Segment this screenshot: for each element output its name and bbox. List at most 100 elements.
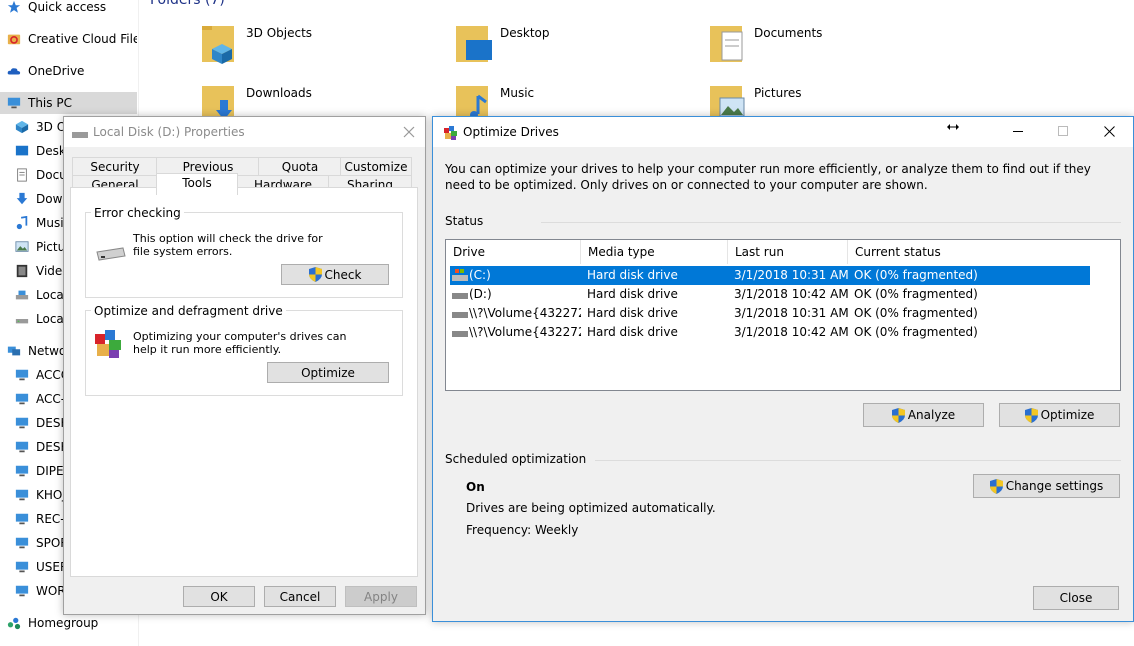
- column-header-drive[interactable]: Drive: [446, 240, 581, 264]
- computer-icon: [7, 97, 21, 109]
- drive-media-type: Hard disk drive: [587, 287, 678, 301]
- nav-item-this-pc[interactable]: This PC: [0, 92, 137, 114]
- optimize-defrag-title: Optimize and defragment drive: [91, 304, 286, 318]
- optimize-drives-window: Optimize Drives You can optimize your dr…: [432, 116, 1134, 622]
- drive-last-run: 3/1/2018 10:42 AM: [734, 287, 849, 301]
- 3d-objects-icon: [15, 120, 29, 134]
- drive-last-run: 3/1/2018 10:42 AM: [734, 325, 849, 339]
- shield-icon: [989, 478, 1003, 494]
- nav-item-creative-cloud[interactable]: Creative Cloud Files: [0, 28, 137, 50]
- network-computer-icon: [15, 465, 29, 477]
- analyze-button[interactable]: Analyze: [863, 403, 984, 427]
- tab-quota[interactable]: Quota: [258, 157, 342, 176]
- cloud-icon: [7, 68, 21, 75]
- network-computer-icon: [15, 561, 29, 573]
- nav-item-homegroup[interactable]: Homegroup: [0, 612, 137, 634]
- drives-list[interactable]: Drive Media type Last run Current status…: [445, 239, 1121, 391]
- desktop-icon: [15, 145, 29, 156]
- optimize-defrag-text: Optimizing your computer's drives can he…: [133, 330, 347, 356]
- local-disk-icon: [15, 290, 29, 300]
- maximize-icon[interactable]: [1058, 126, 1068, 136]
- folder-3d-objects[interactable]: 3D Objects: [200, 20, 440, 72]
- drive-row[interactable]: \\?\Volume{432272... Hard disk drive 3/1…: [450, 323, 1090, 342]
- optimize-button[interactable]: Optimize: [999, 403, 1120, 427]
- close-button[interactable]: Close: [1033, 586, 1119, 610]
- music-icon: [16, 216, 28, 230]
- schedule-description: Drives are being optimized automatically…: [466, 501, 716, 515]
- apply-button[interactable]: Apply: [345, 586, 417, 607]
- shield-icon: [308, 267, 322, 282]
- tab-customize[interactable]: Customize: [340, 157, 412, 176]
- hard-drive-icon: [452, 331, 468, 337]
- drive-media-type: Hard disk drive: [587, 325, 678, 339]
- properties-dialog: Local Disk (D:) Properties Security Prev…: [63, 116, 426, 615]
- documents-icon: [17, 168, 27, 182]
- drive-status: OK (0% fragmented): [854, 287, 978, 301]
- shield-icon: [891, 407, 905, 423]
- schedule-state: On: [466, 480, 485, 494]
- star-icon: [7, 0, 21, 13]
- check-button[interactable]: Check: [281, 264, 389, 285]
- drive-row[interactable]: \\?\Volume{432272... Hard disk drive 3/1…: [450, 304, 1090, 323]
- resize-cursor-icon: [947, 124, 959, 130]
- folder-icon: [456, 26, 492, 62]
- optimize-description: You can optimize your drives to help you…: [445, 162, 1091, 192]
- drive-row[interactable]: (C:) Hard disk drive 3/1/2018 10:31 AM O…: [450, 266, 1090, 285]
- hard-drive-icon: [452, 312, 468, 318]
- optimize-footer: Close: [433, 575, 1133, 621]
- nav-item-quick-access[interactable]: Quick access: [0, 0, 137, 18]
- system-drive-icon: [452, 269, 468, 281]
- drive-media-type: Hard disk drive: [587, 306, 678, 320]
- folder-desktop[interactable]: Desktop: [454, 20, 694, 72]
- network-computer-icon: [15, 513, 29, 525]
- network-computer-icon: [15, 537, 29, 549]
- error-checking-title: Error checking: [91, 206, 184, 220]
- network-computer-icon: [15, 585, 29, 597]
- tab-tools[interactable]: Tools: [156, 173, 238, 195]
- status-label: Status: [445, 214, 484, 228]
- optimize-title: Optimize Drives: [463, 125, 559, 139]
- pictures-icon: [15, 241, 29, 252]
- tab-security[interactable]: Security: [72, 157, 158, 176]
- drive-row[interactable]: (D:) Hard disk drive 3/1/2018 10:42 AM O…: [450, 285, 1090, 304]
- cancel-button[interactable]: Cancel: [264, 586, 336, 607]
- network-icon: [7, 346, 21, 356]
- downloads-icon: [16, 192, 28, 205]
- drive-status: OK (0% fragmented): [854, 325, 978, 339]
- column-header-last-run[interactable]: Last run: [728, 240, 848, 264]
- optimize-button-properties[interactable]: Optimize: [267, 362, 389, 383]
- drive-name: (C:): [469, 268, 491, 282]
- scheduled-separator: [595, 460, 1121, 461]
- schedule-frequency: Frequency: Weekly: [466, 523, 579, 537]
- network-computer-icon: [15, 393, 29, 405]
- network-computer-icon: [15, 489, 29, 501]
- defrag-icon: [95, 330, 121, 358]
- local-disk-icon: [72, 132, 88, 138]
- close-icon[interactable]: [403, 126, 415, 138]
- error-checking-text: This option will check the drive for fil…: [133, 232, 323, 258]
- properties-title: Local Disk (D:) Properties: [93, 125, 245, 139]
- status-separator: [541, 222, 1121, 223]
- videos-icon: [16, 264, 28, 278]
- folder-documents[interactable]: Documents: [708, 20, 948, 72]
- column-header-current-status[interactable]: Current status: [848, 240, 1028, 264]
- optimize-titlebar[interactable]: Optimize Drives: [433, 117, 1133, 147]
- homegroup-icon: [7, 617, 21, 630]
- tools-tab-panel: Error checking This option will check th…: [70, 187, 418, 577]
- network-computer-icon: [15, 417, 29, 429]
- change-settings-button[interactable]: Change settings: [973, 474, 1120, 498]
- drive-status: OK (0% fragmented): [854, 306, 978, 320]
- minimize-icon[interactable]: [1013, 131, 1023, 133]
- properties-titlebar[interactable]: Local Disk (D:) Properties: [64, 117, 425, 147]
- close-icon[interactable]: [1104, 126, 1115, 137]
- defrag-icon: [444, 126, 457, 140]
- drive-last-run: 3/1/2018 10:31 AM: [734, 306, 849, 320]
- column-header-media-type[interactable]: Media type: [581, 240, 728, 264]
- ok-button[interactable]: OK: [183, 586, 255, 607]
- drive-name: \\?\Volume{432272...: [469, 325, 581, 339]
- shield-icon: [1024, 407, 1038, 423]
- nav-item-onedrive[interactable]: OneDrive: [0, 60, 137, 82]
- folders-section-header[interactable]: Folders (7): [150, 0, 225, 8]
- folder-icon: [710, 26, 743, 62]
- drive-status: OK (0% fragmented): [854, 268, 978, 282]
